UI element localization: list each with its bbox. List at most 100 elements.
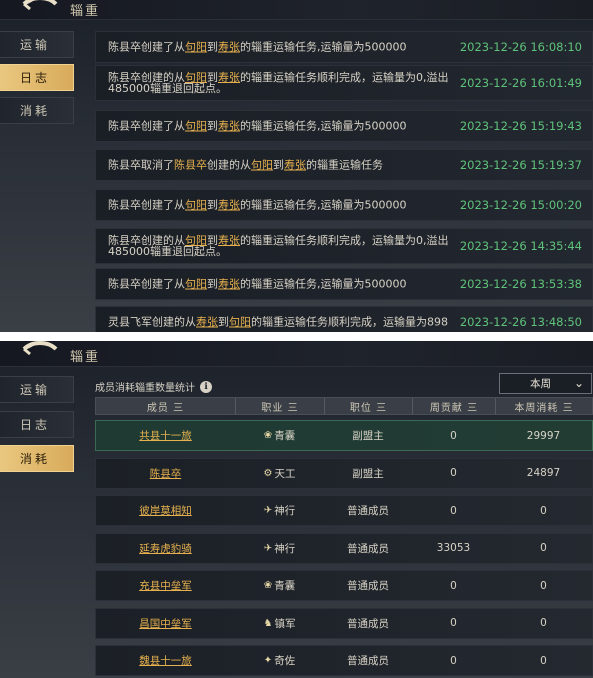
period-selected-value: 本周 [530,378,551,390]
job-cell: ❀ 青囊 [235,571,324,600]
member-name-link[interactable]: 延寿虎豹骑 [96,534,235,563]
log-panel: 辎重 运输 日志 消耗 陈县卒创建了从句阳到寿张的辎重运输任务,运输量为5000… [0,0,593,332]
job-icon: ♞ [263,617,273,629]
log-origin-link[interactable]: 句阳 [185,41,207,54]
back-button[interactable] [18,0,62,20]
weekly-consumed-cell: 0 [540,542,547,554]
tab-transport[interactable]: 运输 [0,376,74,403]
log-origin-link[interactable]: 句阳 [185,278,207,291]
table-row[interactable]: 陈县卒 ⚙ 天工 副盟主 0 24897 [95,457,593,489]
position-cell: 普通成员 [347,655,389,667]
tab-log[interactable]: 日志 [0,64,74,91]
log-row: 陈县卒创建了从句阳到寿张的辎重运输任务,运输量为500000 2023-12-26… [95,268,593,300]
weekly-contrib-cell: 33053 [436,542,471,554]
log-text: 到 [218,315,229,329]
job-cell: ⚙ 天工 [235,459,324,488]
job-label: 镇军 [274,617,296,630]
table-row[interactable]: 充县中垒军 ❀ 青囊 普通成员 0 0 [95,570,593,601]
log-text: 陈县卒创建了从 [108,40,185,54]
log-timestamp: 2023-12-26 15:00:20 [459,198,582,212]
member-name-link[interactable]: 昌国中垒军 [96,609,235,638]
back-button[interactable] [18,341,62,365]
col-job[interactable]: 职业 三 [235,398,324,414]
log-message: 陈县卒取消了陈县卒创建的从句阳到寿张的辎重运输任务 [108,160,458,171]
log-origin-link[interactable]: 句阳 [185,120,207,133]
weekly-consumed-cell: 29997 [526,429,561,442]
consumption-panel: 辎重 运输 日志 消耗 成员消耗辎重数量统计 ℹ 本周 ⌄ 成员 三 职业 三 … [0,341,593,678]
weekly-contrib-cell: 0 [450,504,457,517]
log-timestamp: 2023-12-26 13:48:50 [459,315,582,329]
table-row[interactable]: 魏县十一旅 ✦ 奇佐 普通成员 0 0 [95,645,593,676]
member-name-link[interactable]: 魏县十一旅 [96,646,235,675]
title-bar: 辎重 [0,0,593,20]
log-origin-link[interactable]: 寿张 [196,316,218,329]
position-cell: 普通成员 [347,505,389,517]
weekly-contrib-cell: 0 [450,654,457,667]
log-destination-link[interactable]: 寿张 [218,278,240,291]
table-row[interactable]: 彼岸莫相知 ✈ 神行 普通成员 0 0 [95,495,593,526]
stats-title: 成员消耗辎重数量统计 ℹ [95,379,212,394]
info-icon[interactable]: ℹ [200,380,212,393]
weekly-contrib-cell: 0 [450,579,457,592]
tab-consumption[interactable]: 消耗 [0,445,74,472]
col-weekly-contrib[interactable]: 周贡献 三 [412,398,495,414]
log-text: 的辎重运输任务,运输量为500000 [240,277,407,291]
col-weekly-consumed[interactable]: 本周消耗 三 [495,398,592,414]
window-title: 辎重 [70,4,101,19]
job-cell: ✦ 奇佐 [235,646,324,675]
log-destination-link[interactable]: 寿张 [218,199,240,212]
log-player-name: 陈县卒 [174,158,207,172]
job-label: 天工 [274,467,296,480]
log-destination-link[interactable]: 句阳 [229,316,251,329]
log-row: 灵县飞军创建的从寿张到句阳的辎重运输任务顺利完成，运输量为898 2023-12-… [95,306,593,332]
log-origin-link[interactable]: 句阳 [251,159,273,172]
log-destination-link[interactable]: 寿张 [218,120,240,133]
job-cell: ✈ 神行 [235,534,324,563]
member-name-link[interactable]: 陈县卒 [96,459,235,488]
log-destination-link[interactable]: 寿张 [284,159,306,172]
tab-label: 运输 [20,383,51,397]
job-icon: ✈ [263,505,273,516]
job-label: 奇佐 [274,655,296,667]
log-text: 的辎重运输任务,运输量为500000 [240,119,407,133]
tab-label: 日志 [20,418,51,432]
log-text: 的辎重运输任务,运输量为500000 [240,198,407,212]
tab-consumption[interactable]: 消耗 [0,97,74,124]
job-cell: ✈ 神行 [235,496,324,525]
table-row[interactable]: 共县十一旅 ❀ 青囊 副盟主 0 29997 [95,420,593,451]
log-row: 陈县卒创建了从句阳到寿张的辎重运输任务,运输量为500000 2023-12-26… [95,189,593,221]
member-name-link[interactable]: 共县十一旅 [96,421,235,450]
job-label: 青囊 [274,430,296,442]
position-cell: 普通成员 [347,580,389,592]
weekly-consumed-cell: 0 [540,654,547,667]
log-message: 陈县卒创建了从句阳到寿张的辎重运输任务,运输量为500000 [108,42,458,53]
log-row: 陈县卒创建的从句阳到寿张的辎重运输任务顺利完成，运输量为0,溢出485000辎重… [95,228,593,264]
tab-transport[interactable]: 运输 [0,31,74,58]
tab-log[interactable]: 日志 [0,411,74,438]
col-member[interactable]: 成员 三 [96,398,235,414]
log-message: 陈县卒创建了从句阳到寿张的辎重运输任务,运输量为500000 [108,121,458,132]
weekly-contrib-cell: 0 [450,467,457,479]
position-cell: 副盟主 [352,430,384,442]
log-origin-link[interactable]: 句阳 [185,199,207,212]
log-text: 的辎重运输任务顺利完成，运输量为898 [251,315,448,329]
job-icon: ❀ [263,580,273,591]
table-row[interactable]: 延寿虎豹骑 ✈ 神行 普通成员 33053 0 [95,532,593,564]
col-position[interactable]: 职位 三 [324,398,412,414]
log-text: 陈县卒创建了从 [108,198,185,212]
table-row[interactable]: 昌国中垒军 ♞ 镇军 普通成员 0 0 [95,607,593,639]
log-destination-link[interactable]: 寿张 [218,41,240,54]
weekly-consumed-cell: 0 [540,504,547,517]
member-name-link[interactable]: 充县中垒军 [96,571,235,600]
tab-label: 运输 [20,38,51,52]
job-icon: ⚙ [263,467,273,479]
tab-label: 日志 [20,71,51,85]
weekly-consumed-cell: 24897 [526,467,561,479]
member-name-link[interactable]: 彼岸莫相知 [96,496,235,525]
table-header: 成员 三 职业 三 职位 三 周贡献 三 本周消耗 三 [95,397,593,415]
weekly-consumed-cell: 0 [540,617,547,629]
period-select[interactable]: 本周 ⌄ [499,373,592,394]
log-timestamp: 2023-12-26 16:08:10 [459,40,582,54]
job-label: 神行 [274,542,296,555]
window-title: 辎重 [70,350,101,365]
